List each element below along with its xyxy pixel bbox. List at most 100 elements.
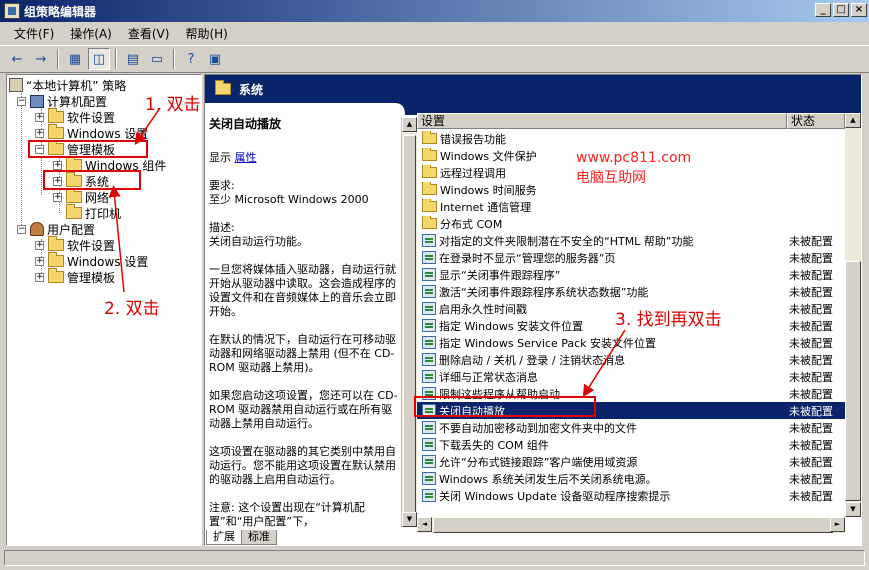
- policy-setting-icon: [422, 285, 436, 298]
- setting-state: 未被配置: [789, 438, 833, 452]
- minimize-button[interactable]: _: [815, 3, 831, 17]
- scroll-down-icon[interactable]: ▼: [402, 512, 417, 527]
- tree-label: 网络: [85, 190, 110, 205]
- tree-label: “本地计算机” 策略: [26, 78, 127, 93]
- setting-label: 对指定的文件夹限制潜在不安全的“HTML 帮助”功能: [439, 234, 694, 248]
- tree-printers[interactable]: 打印机: [66, 204, 121, 221]
- list-item-setting[interactable]: 对指定的文件夹限制潜在不安全的“HTML 帮助”功能 未被配置: [417, 232, 847, 249]
- list-item-setting[interactable]: 下载丢失的 COM 组件 未被配置: [417, 436, 847, 453]
- export-icon[interactable]: ▭: [146, 48, 168, 70]
- status-bar: [4, 550, 865, 566]
- scroll-right-icon[interactable]: ►: [830, 517, 845, 532]
- folder-icon: [48, 236, 64, 251]
- list-item-name: 在登录时不显示“管理您的服务器”页: [417, 250, 785, 266]
- list-item-folder[interactable]: 错误报告功能: [417, 130, 847, 147]
- annotation-step-2: 2. 双击: [104, 299, 160, 319]
- policy-title: 关闭自动播放: [209, 117, 282, 131]
- back-icon[interactable]: ←: [6, 48, 28, 70]
- scroll-thumb[interactable]: [845, 261, 861, 501]
- setting-state: 未被配置: [789, 302, 833, 316]
- description-scrollbar[interactable]: ▲ ▼: [401, 117, 417, 527]
- close-button[interactable]: ×: [851, 3, 867, 17]
- list-item-setting[interactable]: 删除启动 / 关机 / 登录 / 注销状态消息 未被配置: [417, 351, 847, 368]
- list-item-name: 允许“分布式链接跟踪”客户端使用域资源: [417, 454, 785, 470]
- list-item-name: 不要自动加密移动到加密文件夹中的文件: [417, 420, 785, 436]
- scroll-down-icon[interactable]: ▼: [845, 502, 861, 517]
- help-icon[interactable]: ?: [180, 48, 202, 70]
- collapse-icon[interactable]: −: [17, 224, 26, 234]
- scroll-thumb[interactable]: [433, 517, 833, 533]
- list-item-setting[interactable]: 激活“关闭事件跟踪程序系统状态数据”功能 未被配置: [417, 283, 847, 300]
- list-scrollbar[interactable]: ▲ ▼: [845, 113, 861, 517]
- tab-extended[interactable]: 扩展: [206, 530, 242, 545]
- annotation-box-autoplay: [414, 396, 596, 417]
- setting-label: Windows 系统关闭发生后不关闭系统电源。: [439, 472, 657, 486]
- folder-icon: [215, 80, 231, 95]
- watermark: www.pc811.com 电脑互助网: [576, 148, 691, 188]
- list-item-setting[interactable]: 关闭 Windows Update 设备驱动程序搜索提示 未被配置: [417, 487, 847, 504]
- properties-icon[interactable]: ▤: [122, 48, 144, 70]
- menu-file[interactable]: 文件(F): [6, 25, 62, 42]
- tree-user-admin-templates[interactable]: + 管理模板: [35, 268, 115, 285]
- list-item-folder[interactable]: Internet 通信管理: [417, 198, 847, 215]
- details-pane: 系统 关闭自动播放 显示 属性 要求: 至少 Microsoft Windows…: [204, 74, 862, 546]
- setting-state: 未被配置: [789, 268, 833, 282]
- list-item-name: 启用永久性时间戳: [417, 301, 785, 317]
- scroll-left-icon[interactable]: ◄: [417, 517, 432, 532]
- list-item-name: 激活“关闭事件跟踪程序系统状态数据”功能: [417, 284, 785, 300]
- show-tree-icon[interactable]: ◫: [88, 48, 110, 70]
- list-horizontal-scrollbar[interactable]: ◄ ►: [417, 517, 845, 533]
- tab-standard[interactable]: 标准: [241, 530, 277, 545]
- properties-link[interactable]: 属性: [235, 151, 257, 164]
- list-item-setting[interactable]: 允许“分布式链接跟踪”客户端使用域资源 未被配置: [417, 453, 847, 470]
- toolbar-separator: [57, 49, 59, 69]
- expand-icon[interactable]: +: [35, 112, 44, 122]
- console-icon[interactable]: ▣: [204, 48, 226, 70]
- expand-icon[interactable]: +: [35, 256, 44, 266]
- policy-setting-icon: [422, 472, 436, 485]
- column-state[interactable]: 状态: [787, 113, 845, 129]
- tree-user-config[interactable]: − 用户配置: [17, 221, 95, 237]
- tree-user-windows-settings[interactable]: + Windows 设置: [35, 252, 149, 269]
- toolbar-separator: [173, 49, 175, 69]
- column-setting[interactable]: 设置: [417, 113, 787, 129]
- list-item-setting[interactable]: Windows 系统关闭发生后不关闭系统电源。 未被配置: [417, 470, 847, 487]
- tree-computer-config[interactable]: − 计算机配置: [17, 93, 107, 109]
- window-title: 组策略编辑器: [24, 4, 97, 19]
- setting-state: 未被配置: [789, 285, 833, 299]
- list-item-setting[interactable]: 在登录时不显示“管理您的服务器”页 未被配置: [417, 249, 847, 266]
- maximize-button[interactable]: □: [833, 3, 849, 17]
- tree-network[interactable]: + 网络: [53, 188, 110, 205]
- expand-icon[interactable]: +: [53, 160, 62, 170]
- list-item-setting[interactable]: 指定 Windows Service Pack 安装文件位置 未被配置: [417, 334, 847, 351]
- tree-software-settings[interactable]: + 软件设置: [35, 108, 115, 125]
- expand-icon[interactable]: +: [35, 240, 44, 250]
- up-folder-icon[interactable]: ▦: [64, 48, 86, 70]
- list-item-setting[interactable]: 详细与正常状态消息 未被配置: [417, 368, 847, 385]
- folder-label: 错误报告功能: [440, 132, 506, 146]
- list-item-setting[interactable]: 显示“关闭事件跟踪程序” 未被配置: [417, 266, 847, 283]
- tree-root[interactable]: “本地计算机” 策略: [9, 77, 126, 93]
- policy-setting-icon: [422, 234, 436, 247]
- menu-action[interactable]: 操作(A): [62, 25, 120, 42]
- tree-label: 用户配置: [47, 222, 96, 237]
- view-tabs: 扩展 标准: [206, 530, 277, 546]
- policy-editor-icon: [4, 3, 20, 19]
- policy-setting-icon: [422, 438, 436, 451]
- tree-label: Windows 设置: [67, 254, 149, 269]
- expand-icon[interactable]: +: [53, 192, 62, 202]
- scroll-up-icon[interactable]: ▲: [402, 117, 417, 132]
- collapse-icon[interactable]: −: [17, 96, 26, 106]
- folder-label: Internet 通信管理: [440, 200, 532, 214]
- expand-icon[interactable]: +: [35, 128, 44, 138]
- list-item-setting[interactable]: 不要自动加密移动到加密文件夹中的文件 未被配置: [417, 419, 847, 436]
- forward-icon[interactable]: →: [30, 48, 52, 70]
- expand-icon[interactable]: +: [35, 272, 44, 282]
- scroll-up-icon[interactable]: ▲: [845, 113, 861, 128]
- tree-windows-settings[interactable]: + Windows 设置: [35, 124, 148, 141]
- menu-view[interactable]: 查看(V): [120, 25, 178, 42]
- scroll-thumb[interactable]: [403, 135, 416, 515]
- tree-user-software-settings[interactable]: + 软件设置: [35, 236, 115, 253]
- menu-help[interactable]: 帮助(H): [177, 25, 235, 42]
- list-item-folder[interactable]: 分布式 COM: [417, 215, 847, 232]
